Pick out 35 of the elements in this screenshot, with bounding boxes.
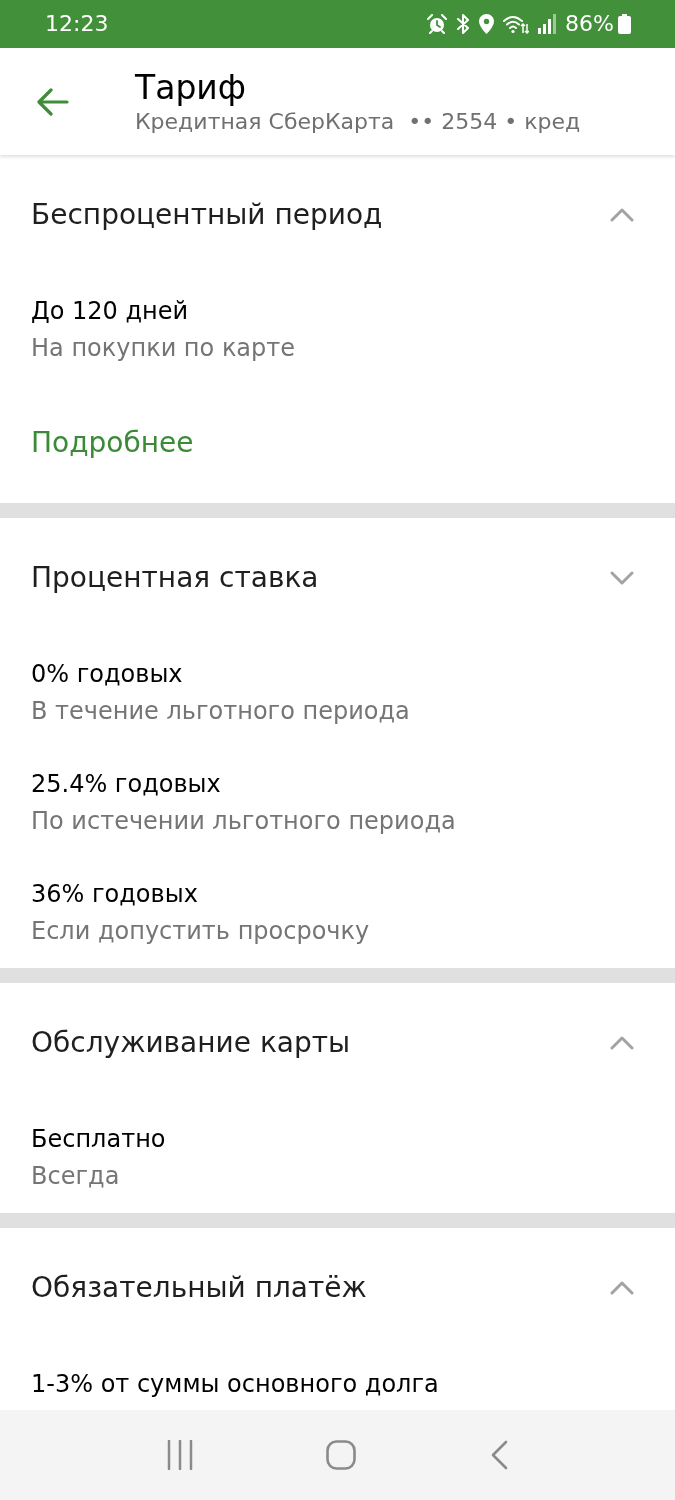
item-subtitle: На покупки по карте bbox=[31, 333, 296, 364]
recent-apps-icon[interactable] bbox=[166, 1440, 193, 1470]
item-title: До 120 дней bbox=[31, 296, 189, 327]
item-subtitle: В течение льготного периода bbox=[31, 696, 410, 727]
back-chevron-icon[interactable] bbox=[490, 1440, 509, 1470]
back-arrow-icon[interactable] bbox=[37, 87, 69, 116]
section-title: Обязательный платёж bbox=[31, 1270, 367, 1306]
bluetooth-icon bbox=[456, 14, 471, 34]
chevron-up-icon[interactable] bbox=[610, 1281, 634, 1295]
item-subtitle: Если допустить просрочку bbox=[31, 916, 370, 947]
item-title: 1-3% от суммы основного долга bbox=[31, 1369, 439, 1400]
page-title: Тариф bbox=[135, 69, 247, 107]
battery-icon bbox=[618, 14, 631, 34]
item-title: 36% годовых bbox=[31, 879, 198, 910]
status-time: 12:23 bbox=[45, 13, 109, 35]
battery-percent: 86% bbox=[565, 13, 614, 35]
item-title: 25.4% годовых bbox=[31, 769, 221, 800]
chevron-down-icon[interactable] bbox=[610, 571, 634, 585]
alarm-clock-icon bbox=[427, 14, 448, 34]
item-title: 0% годовых bbox=[31, 659, 183, 690]
details-link[interactable]: Подробнее bbox=[31, 423, 194, 463]
section-title: Беспроцентный период bbox=[31, 197, 383, 233]
home-icon[interactable] bbox=[326, 1440, 357, 1470]
item-title: Бесплатно bbox=[31, 1124, 166, 1155]
chevron-up-icon[interactable] bbox=[610, 1036, 634, 1050]
section-title: Обслуживание карты bbox=[31, 1025, 351, 1061]
card-name: Кредитная СберКарта bbox=[135, 108, 395, 136]
card-info: •• 2554 • кред bbox=[408, 108, 581, 136]
wifi-icon bbox=[503, 14, 530, 34]
chevron-up-icon[interactable] bbox=[610, 208, 634, 222]
section-title: Процентная ставка bbox=[31, 560, 319, 596]
signal-bars-icon bbox=[538, 14, 557, 34]
item-subtitle: Всегда bbox=[31, 1161, 120, 1192]
item-subtitle: По истечении льготного периода bbox=[31, 806, 456, 837]
location-pin-icon bbox=[479, 14, 495, 34]
